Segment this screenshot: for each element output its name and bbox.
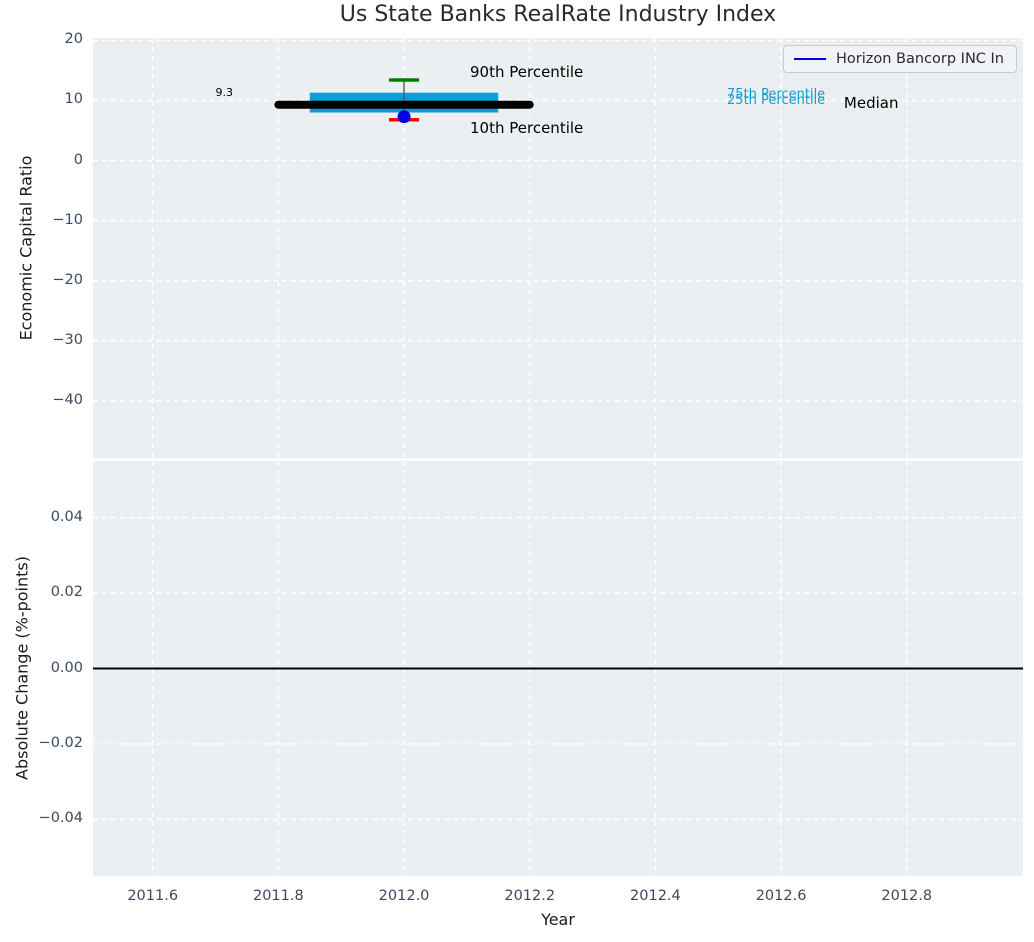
figure: Us State Banks RealRate Industry Index E… (0, 0, 1034, 942)
x-tick-label: 2011.6 (127, 888, 179, 904)
page-title: Us State Banks RealRate Industry Index (339, 2, 777, 27)
y-tick-label: −0.02 (38, 734, 83, 751)
y-tick-label: −10 (52, 211, 83, 228)
y-tick-label: −40 (52, 391, 83, 408)
y-axis-label-top: Economic Capital Ratio (16, 155, 36, 341)
y-tick-label: 0.00 (50, 659, 83, 676)
y-tick-label: 0.04 (50, 508, 83, 525)
median-label: Median (843, 93, 899, 112)
y-tick-label: 10 (64, 91, 83, 108)
y-tick-label: 0 (73, 151, 83, 168)
x-tick-label: 2012.4 (630, 888, 681, 904)
legend-line-icon (793, 58, 826, 60)
bottom-plot-canvas (93, 461, 1023, 876)
company-marker (397, 110, 411, 124)
bottom-plot-area (93, 461, 1023, 876)
legend-label: Horizon Bancorp INC In (835, 51, 1004, 67)
y-tick-label: 20 (64, 31, 83, 48)
x-tick-label: 2011.8 (252, 888, 304, 904)
x-tick-label: 2012.0 (378, 888, 430, 904)
median-value-label: 9.3 (215, 85, 234, 99)
p25-label: 25th Percentile (727, 93, 826, 109)
p10-label: 10th Percentile (470, 119, 584, 138)
legend: Horizon Bancorp INC In (782, 45, 1017, 73)
y-tick-label: 0.02 (50, 584, 83, 601)
x-tick-label: 2012.6 (755, 888, 807, 904)
x-tick-label: 2012.8 (881, 888, 933, 904)
p90-label: 90th Percentile (470, 62, 584, 81)
y-tick-label: −0.04 (38, 810, 83, 827)
x-axis-label: Year (541, 910, 575, 929)
x-tick-label: 2012.2 (504, 888, 556, 904)
y-tick-label: −20 (52, 271, 83, 288)
y-tick-label: −30 (52, 331, 83, 348)
